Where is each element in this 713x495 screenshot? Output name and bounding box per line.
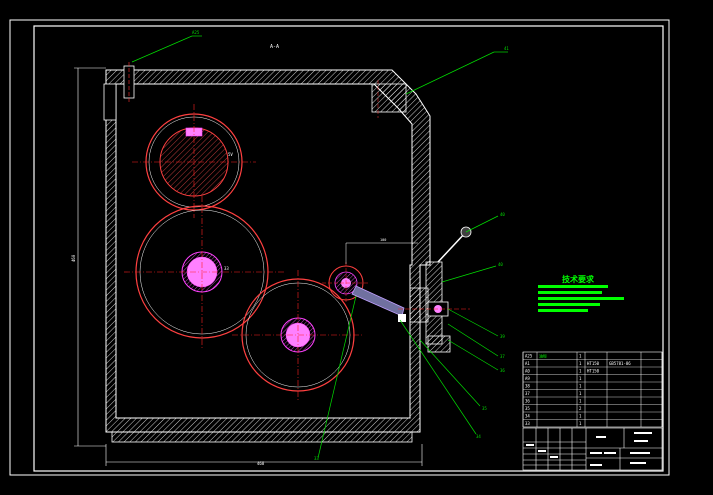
callout-36: 36 bbox=[500, 368, 505, 373]
parts-cell-qty: 1 bbox=[579, 391, 582, 396]
parts-cell-qty: 1 bbox=[579, 384, 582, 389]
parts-cell-name: 油标 bbox=[539, 353, 547, 359]
callout-a25: A25 bbox=[192, 30, 200, 35]
parts-cell-no: 36 bbox=[525, 399, 530, 404]
parts-cell-material: HT150 bbox=[587, 369, 600, 374]
callout-35: 35 bbox=[482, 406, 487, 411]
parts-cell-no: A0 bbox=[525, 369, 530, 374]
technical-requirements: 技术要求 bbox=[538, 274, 624, 312]
parts-cell-qty: 1 bbox=[579, 376, 582, 381]
parts-cell-note: GB5781-86 bbox=[609, 361, 631, 366]
parts-cell-qty: 1 bbox=[579, 399, 582, 404]
callout-41: 41 bbox=[504, 46, 509, 51]
parts-cell-no: 37 bbox=[525, 391, 530, 396]
parts-cell-no: 35 bbox=[525, 406, 530, 411]
parts-cell-no: A1 bbox=[525, 361, 530, 366]
callout-33: 33 bbox=[314, 456, 319, 461]
parts-cell-no: A25 bbox=[525, 354, 533, 359]
tech-req-line-5 bbox=[538, 309, 588, 312]
callout-40a: 40 bbox=[500, 212, 505, 217]
gearbox-housing bbox=[103, 62, 431, 443]
parts-cell-qty: 1 bbox=[579, 414, 582, 419]
title-block-text bbox=[526, 432, 652, 466]
section-label: A-A bbox=[270, 44, 279, 50]
parts-cell-qty: 1 bbox=[579, 369, 582, 374]
cad-drawing: A-A 460 468 5V 33 100 A25 41 40 40 39 37… bbox=[9, 19, 670, 476]
parts-cell-no: 38 bbox=[525, 384, 530, 389]
middle-gear-label: 33 bbox=[224, 266, 229, 271]
tech-req-line-4 bbox=[538, 303, 600, 306]
parts-cell-qty: 1 bbox=[579, 421, 582, 426]
offset-dimension: 100 bbox=[380, 238, 386, 242]
upper-gear-label: 5V bbox=[228, 152, 233, 157]
parts-cell-no: 34 bbox=[525, 414, 530, 419]
tech-req-line-1 bbox=[538, 285, 608, 288]
parts-list-table: A25 油标 1 A1 1 HT150 GB5781-86 A0 1 HT150 A9 1 38 1 37 1… bbox=[522, 351, 663, 428]
parts-cell-no: 33 bbox=[525, 421, 530, 426]
parts-cell-qty: 1 bbox=[579, 354, 582, 359]
height-dimension: 460 bbox=[71, 254, 76, 262]
tech-req-line-3 bbox=[538, 297, 624, 300]
callout-39: 39 bbox=[500, 334, 505, 339]
callout-37: 37 bbox=[500, 354, 505, 359]
width-dimension: 468 bbox=[257, 461, 265, 466]
parts-cell-material: HT150 bbox=[587, 361, 600, 366]
tech-req-line-2 bbox=[538, 291, 602, 294]
parts-cell-qty: 2 bbox=[579, 406, 582, 411]
tech-req-title: 技术要求 bbox=[562, 274, 595, 284]
parts-cell-no: A9 bbox=[525, 376, 530, 381]
callout-34: 34 bbox=[476, 434, 481, 439]
parts-cell-qty: 1 bbox=[579, 361, 582, 366]
callout-40b: 40 bbox=[498, 262, 503, 267]
